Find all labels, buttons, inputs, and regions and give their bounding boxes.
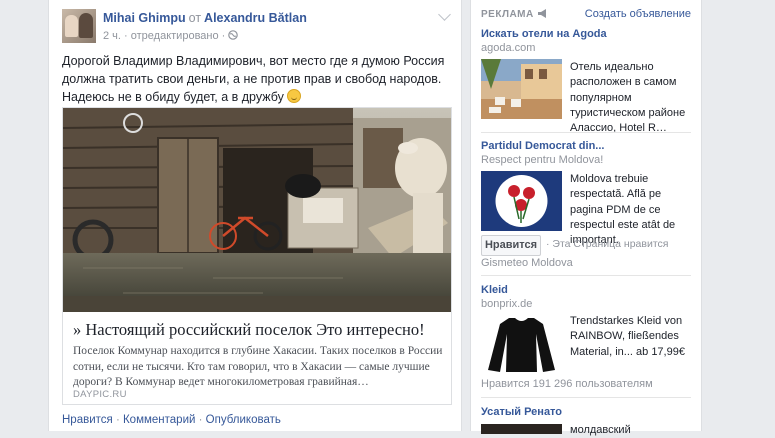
chevron-down-icon[interactable] [438,8,451,21]
page-likes-meta: · Эта Страница нравится [546,238,669,250]
link-source: DAYPIC.RU [73,389,127,400]
ad-divider [481,275,691,276]
post-text: Дорогой Владимир Владимирович, вот место… [62,52,447,106]
ad-kleid-title[interactable]: Kleid [481,284,508,296]
comment-link[interactable]: Комментарий [123,414,195,426]
post-actions: Нравится · Комментарий · Опубликовать [62,414,281,426]
edited-label[interactable]: отредактировано [131,30,219,42]
ad-divider [481,397,691,398]
ad-pdm-title[interactable]: Partidul Democrat din... [481,140,604,152]
link-title[interactable]: » Настоящий российский поселок Это интер… [73,320,443,340]
ad-renato-image[interactable] [481,424,562,434]
ad-kleid-footer: Нравится 191 296 пользователям [481,378,653,390]
ads-column: РЕКЛАМА Создать объявление Искать отели … [470,0,702,436]
author-link[interactable]: Mihai Ghimpu [103,11,186,25]
ad-pdm-domain: Respect pentru Moldova! [481,154,604,166]
share-link[interactable]: Опубликовать [206,414,281,426]
post-timestamp[interactable]: 2 ч. [103,30,121,42]
like-page-button[interactable]: Нравится [481,235,541,256]
target-link[interactable]: Alexandru Bătlan [204,11,307,25]
news-feed-post: Mihai Ghimpu от Alexandru Bătlan 2 ч. · от… [48,0,462,431]
like-link[interactable]: Нравится [62,414,113,426]
ad-divider [481,132,691,133]
ad-agoda-domain: agoda.com [481,42,536,54]
globe-icon[interactable] [228,30,239,42]
link-description: Поселок Коммунар находится в глубине Хак… [73,345,443,388]
link-preview-image[interactable] [63,108,451,312]
smiley-emoji-icon [287,89,302,103]
ads-heading: РЕКЛАМА [481,9,548,20]
post-header-names: Mihai Ghimpu от Alexandru Bătlan [103,11,307,25]
from-word: от [188,11,202,25]
megaphone-icon [537,9,548,20]
ad-agoda-text: Отель идеально расположен в самом популя… [570,61,686,135]
create-ad-link[interactable]: Создать объявление [585,8,691,20]
ad-pdm-image[interactable] [481,171,562,231]
post-meta: 2 ч. · отредактировано · [103,30,239,42]
author-avatar[interactable] [62,9,96,43]
ad-pdm-text: Moldova trebuie respectată. Află pe pagi… [570,173,676,247]
link-preview-card[interactable]: » Настоящий российский поселок Это интер… [62,107,452,405]
ad-agoda-image[interactable] [481,59,562,119]
ad-pdm-footer[interactable]: Gismeteo Moldova [481,257,573,269]
ad-renato-title[interactable]: Усатый Ренато [481,406,562,418]
ad-kleid-text: Trendstarkes Kleid von RAINBOW, fließend… [570,315,685,358]
ad-agoda-title[interactable]: Искать отели на Agoda [481,28,607,40]
post-body: Дорогой Владимир Владимирович, вот место… [62,54,445,104]
ad-kleid-image[interactable] [481,314,562,374]
ad-kleid-domain: bonprix.de [481,298,533,310]
